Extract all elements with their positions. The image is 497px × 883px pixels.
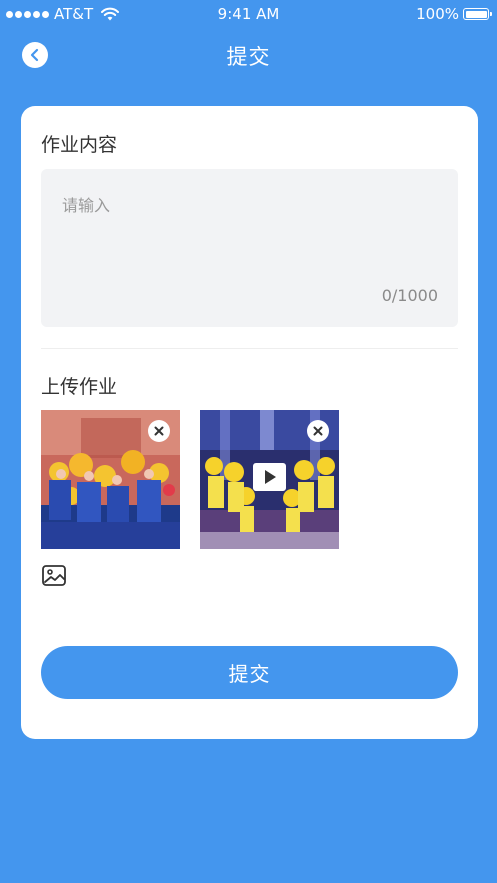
- content-placeholder: 请输入: [62, 196, 111, 215]
- play-button[interactable]: [253, 463, 286, 491]
- upload-label: 上传作业: [41, 376, 118, 398]
- status-bar: AT&T 9:41 AM 100%: [0, 0, 497, 28]
- play-icon: [264, 470, 276, 484]
- battery-percent: 100%: [416, 5, 459, 23]
- divider: [41, 348, 458, 349]
- content-textarea[interactable]: 请输入 0/1000: [41, 169, 458, 327]
- remove-attachment-button[interactable]: [307, 420, 329, 442]
- character-counter: 0/1000: [381, 286, 438, 305]
- image-icon[interactable]: [42, 565, 66, 586]
- page-title: 提交: [226, 45, 271, 69]
- remove-attachment-button[interactable]: [148, 420, 170, 442]
- nav-bar: 提交: [0, 28, 497, 84]
- close-icon: [313, 426, 323, 436]
- status-right: 100%: [416, 5, 492, 23]
- form-card: 作业内容 请输入 0/1000 上传作业 提交: [21, 106, 478, 739]
- battery-icon: [463, 8, 492, 20]
- close-icon: [154, 426, 164, 436]
- content-label: 作业内容: [41, 134, 118, 156]
- attachment-image-thumbnail[interactable]: [41, 410, 180, 549]
- attachment-video-thumbnail[interactable]: [200, 410, 339, 549]
- submit-button[interactable]: 提交: [41, 646, 458, 699]
